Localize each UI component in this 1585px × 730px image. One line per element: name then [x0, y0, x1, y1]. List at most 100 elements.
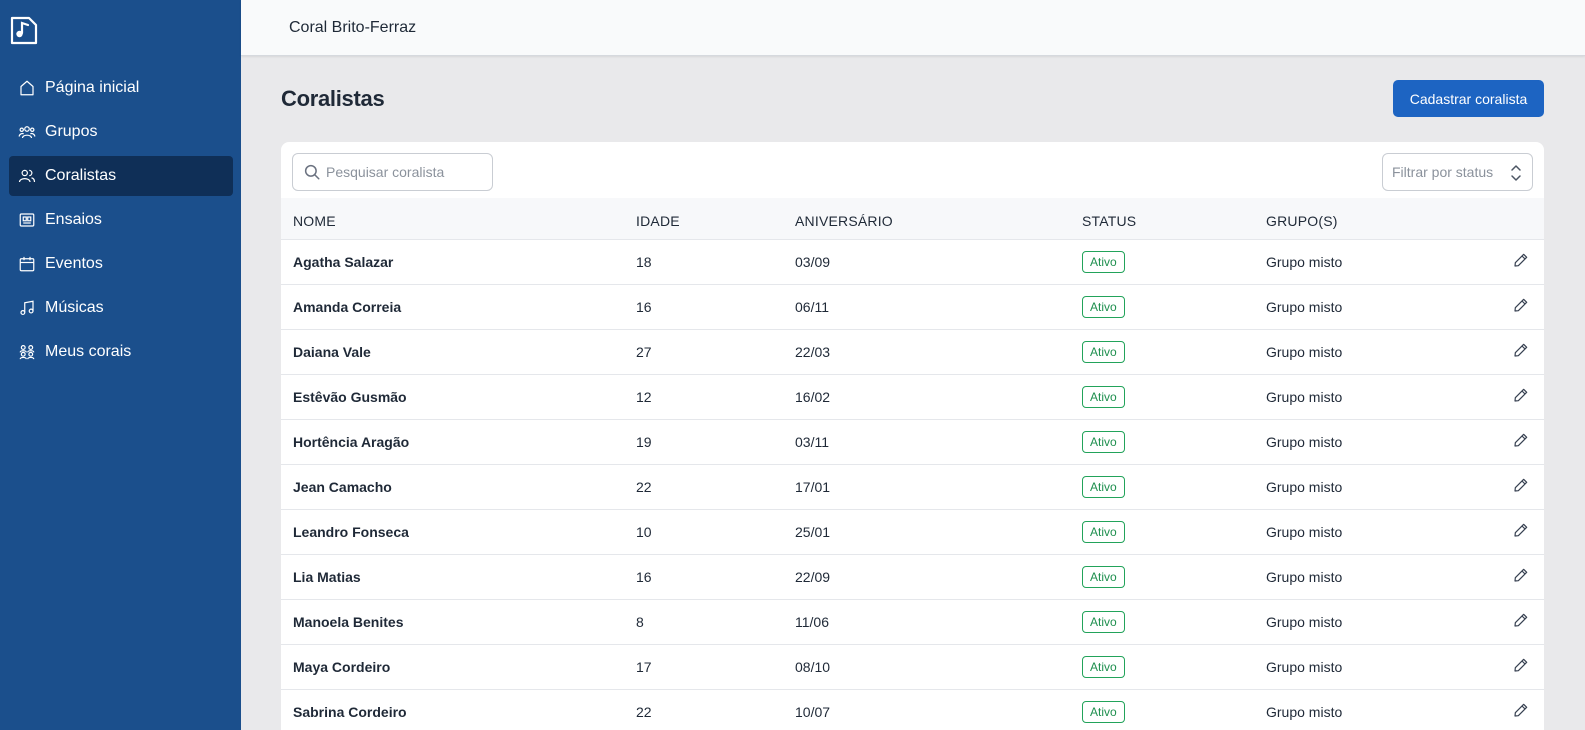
chorister-name: Leandro Fonseca — [293, 524, 409, 540]
chorister-age: 8 — [636, 614, 644, 630]
table-row[interactable]: Estêvão Gusmão 12 16/02 Ativo Grupo misto — [281, 375, 1544, 420]
chorister-age: 27 — [636, 344, 652, 360]
status-badge: Ativo — [1082, 701, 1125, 723]
status-badge: Ativo — [1082, 296, 1125, 318]
music-note-icon — [20, 300, 34, 315]
chorister-age: 16 — [636, 299, 652, 315]
chorister-birthday: 22/03 — [795, 344, 831, 360]
edit-pencil-icon[interactable] — [1513, 432, 1529, 448]
edit-pencil-icon[interactable] — [1513, 387, 1529, 403]
table-header: NOME IDADE ANIVERSÁRIO STATUS GRUPO(S) — [281, 198, 1544, 240]
status-badge: Ativo — [1082, 251, 1125, 273]
sidebar-item-label: Página inicial — [45, 79, 140, 96]
column-header-idade[interactable]: IDADE — [636, 213, 680, 229]
chevron-up-down-icon — [1511, 165, 1521, 181]
table-row[interactable]: Leandro Fonseca 10 25/01 Ativo Grupo misto — [281, 510, 1544, 555]
table-row[interactable]: Manoela Benites 8 11/06 Ativo Grupo misto — [281, 600, 1544, 645]
column-header-nome[interactable]: NOME — [293, 213, 336, 229]
sidebar-item-label: Meus corais — [45, 343, 132, 360]
chorister-group: Grupo misto — [1266, 569, 1343, 585]
chorister-birthday: 03/09 — [795, 254, 831, 270]
search-input[interactable]: Pesquisar coralista — [292, 153, 493, 191]
table-row[interactable]: Hortência Aragão 19 03/11 Ativo Grupo misto — [281, 420, 1544, 465]
sidebar-item-label: Músicas — [45, 299, 104, 316]
calendar-icon — [19, 256, 35, 272]
chorister-birthday: 11/06 — [795, 614, 829, 630]
table-row[interactable]: Lia Matias 16 22/09 Ativo Grupo misto — [281, 555, 1544, 600]
table-body: Agatha Salazar 18 03/09 Ativo Grupo misto Ama… — [281, 240, 1544, 730]
sidebar-item-grupos[interactable]: Grupos — [9, 112, 233, 152]
status-badge: Ativo — [1082, 566, 1125, 588]
sidebar-item-meus-corais[interactable]: Meus corais — [9, 332, 233, 372]
column-header-aniversario[interactable]: ANIVERSÁRIO — [795, 213, 893, 229]
table-row[interactable]: Amanda Correia 16 06/11 Ativo Grupo misto — [281, 285, 1544, 330]
table-row[interactable]: Agatha Salazar 18 03/09 Ativo Grupo misto — [281, 240, 1544, 285]
chorister-name: Agatha Salazar — [293, 254, 394, 270]
chorister-age: 17 — [636, 659, 652, 675]
users-icon — [18, 169, 36, 183]
choirs-icon — [19, 345, 35, 360]
chorister-group: Grupo misto — [1266, 524, 1343, 540]
chorister-age: 22 — [636, 479, 652, 495]
chorister-birthday: 17/01 — [795, 479, 831, 495]
edit-pencil-icon[interactable] — [1513, 657, 1529, 673]
column-header-grupos[interactable]: GRUPO(S) — [1266, 213, 1338, 229]
sidebar-item-eventos[interactable]: Eventos — [9, 244, 233, 284]
chorister-name: Manoela Benites — [293, 614, 404, 630]
chorister-group: Grupo misto — [1266, 254, 1343, 270]
edit-pencil-icon[interactable] — [1513, 612, 1529, 628]
table-row[interactable]: Maya Cordeiro 17 08/10 Ativo Grupo misto — [281, 645, 1544, 690]
chorister-group: Grupo misto — [1266, 614, 1343, 630]
sidebar-item-label: Ensaios — [45, 211, 102, 228]
rehearsal-icon — [19, 213, 35, 227]
filter-placeholder: Filtrar por status — [1392, 164, 1494, 180]
groups-icon — [18, 126, 36, 139]
sidebar-item-coralistas[interactable]: Coralistas — [9, 156, 233, 196]
edit-pencil-icon[interactable] — [1513, 522, 1529, 538]
sidebar-item-pagina-inicial[interactable]: Página inicial — [9, 68, 233, 108]
chorister-age: 19 — [636, 434, 652, 450]
chorister-birthday: 25/01 — [795, 524, 831, 540]
chorister-age: 12 — [636, 389, 652, 405]
chorister-birthday: 08/10 — [795, 659, 831, 675]
edit-pencil-icon[interactable] — [1513, 702, 1529, 718]
page-title: Coralistas — [281, 86, 385, 111]
search-placeholder: Pesquisar coralista — [326, 164, 445, 180]
chorister-birthday: 22/09 — [795, 569, 831, 585]
sidebar-item-label: Eventos — [45, 255, 103, 272]
chorister-group: Grupo misto — [1266, 659, 1343, 675]
choristers-table-card: Pesquisar coralista Filtrar por status N… — [281, 142, 1544, 730]
chorister-birthday: 10/07 — [795, 704, 831, 720]
home-icon — [20, 80, 34, 96]
chorister-age: 18 — [636, 254, 652, 270]
sidebar-item-ensaios[interactable]: Ensaios — [9, 200, 233, 240]
chorister-birthday: 03/11 — [795, 434, 829, 450]
sidebar-item-musicas[interactable]: Músicas — [9, 288, 233, 328]
chorister-group: Grupo misto — [1266, 344, 1343, 360]
edit-pencil-icon[interactable] — [1513, 252, 1529, 268]
status-badge: Ativo — [1082, 476, 1125, 498]
chorister-birthday: 16/02 — [795, 389, 831, 405]
chorister-age: 22 — [636, 704, 652, 720]
table-row[interactable]: Sabrina Cordeiro 22 10/07 Ativo Grupo misto — [281, 690, 1544, 730]
status-badge: Ativo — [1082, 431, 1125, 453]
table-row[interactable]: Jean Camacho 22 17/01 Ativo Grupo misto — [281, 465, 1544, 510]
status-filter-select[interactable]: Filtrar por status — [1382, 153, 1533, 191]
chorister-name: Sabrina Cordeiro — [293, 704, 407, 720]
chorister-name: Estêvão Gusmão — [293, 389, 407, 405]
column-header-status[interactable]: STATUS — [1082, 213, 1136, 229]
music-logo-icon[interactable] — [9, 14, 39, 46]
status-badge: Ativo — [1082, 341, 1125, 363]
add-chorister-button[interactable]: Cadastrar coralista — [1393, 80, 1544, 117]
table-row[interactable]: Daiana Vale 27 22/03 Ativo Grupo misto — [281, 330, 1544, 375]
chorister-group: Grupo misto — [1266, 389, 1343, 405]
sidebar: Página inicial Grupos Coralistas Ensaios… — [0, 0, 241, 730]
edit-pencil-icon[interactable] — [1513, 567, 1529, 583]
chorister-name: Lia Matias — [293, 569, 361, 585]
edit-pencil-icon[interactable] — [1513, 342, 1529, 358]
edit-pencil-icon[interactable] — [1513, 477, 1529, 493]
chorister-age: 10 — [636, 524, 652, 540]
chorister-group: Grupo misto — [1266, 479, 1343, 495]
edit-pencil-icon[interactable] — [1513, 297, 1529, 313]
sidebar-nav: Página inicial Grupos Coralistas Ensaios… — [9, 68, 233, 376]
